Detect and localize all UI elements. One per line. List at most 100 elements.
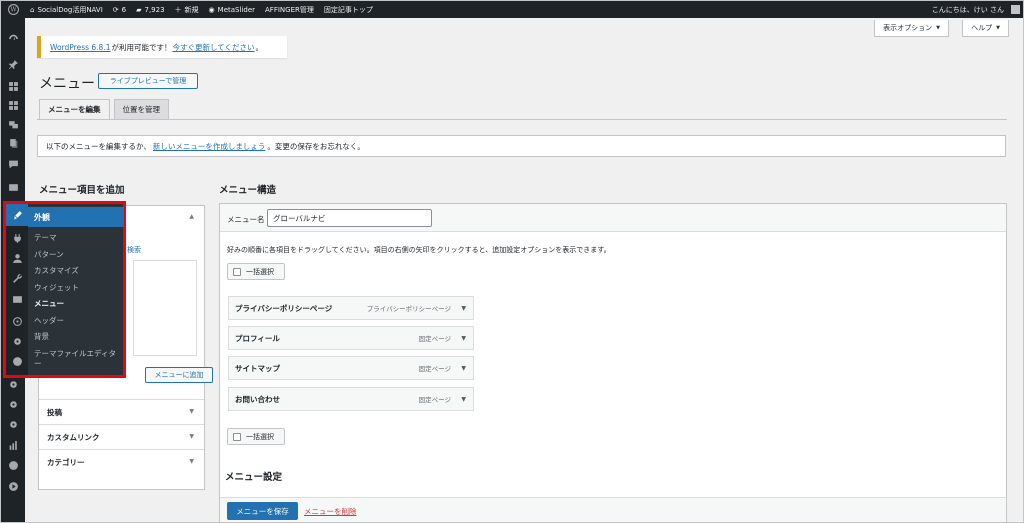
chevron-down-icon: ▼ (189, 433, 194, 440)
submenu-item-themes[interactable]: テーマ (28, 230, 124, 247)
flyout-icon-column (6, 204, 28, 375)
slider-icon[interactable] (7, 459, 19, 471)
wordpress-version-link[interactable]: WordPress 6.8.1 (50, 43, 110, 52)
comments-count: 7,923 (144, 5, 165, 14)
menu-settings-heading: メニュー設定 (225, 472, 283, 483)
submenu-item-header[interactable]: ヘッダー (28, 313, 124, 330)
add-to-menu-button[interactable]: メニューに追加 (145, 367, 213, 383)
menu-item-type: 固定ページ (418, 365, 451, 373)
account-link[interactable]: こんにちは、けい さん (927, 1, 1023, 18)
grid-icon[interactable] (7, 80, 19, 92)
submenu-item-background[interactable]: 背景 (28, 329, 124, 346)
chevron-down-icon[interactable]: ▼ (461, 335, 466, 342)
pages-checklist[interactable] (133, 260, 197, 356)
search-tab[interactable]: 検索 (127, 245, 141, 255)
metaslider-link[interactable]: ◉ MetaSlider (204, 1, 260, 18)
checkbox-icon (233, 432, 241, 441)
notice-end-text: 。 (255, 42, 264, 52)
notice-mid-text: が利用可能です！ (111, 42, 172, 52)
create-menu-link[interactable]: 新しいメニューを作成しましょう (153, 141, 266, 152)
submenu-item-theme-editor[interactable]: テーマファイルエディター (28, 346, 124, 373)
affinger-icon[interactable] (11, 315, 23, 327)
tools-icon[interactable] (11, 272, 23, 284)
comment-icon: ▰ (136, 5, 142, 14)
checkbox-icon (233, 267, 241, 276)
help-label: ヘルプ (971, 24, 993, 32)
gear-icon[interactable] (7, 398, 19, 410)
affinger-link[interactable]: AFFINGER管理 (260, 1, 319, 18)
bulk-select-button[interactable]: 一括選択 (227, 428, 285, 445)
users-icon[interactable] (11, 252, 23, 264)
manage-menus-box: 以下のメニューを編集するか、 新しいメニューを作成しましょう 。変更の保存をお忘… (37, 135, 1006, 157)
menu-item-type: 固定ページ (418, 335, 451, 343)
comments-link[interactable]: ▰ 7,923 (131, 1, 169, 18)
dashboard-icon[interactable] (7, 32, 19, 44)
pages-icon[interactable] (7, 137, 19, 149)
comments-icon[interactable] (7, 158, 19, 170)
menu-item-title: プロフィール (235, 333, 280, 343)
tab-manage-locations[interactable]: 位置を管理 (113, 99, 169, 119)
menu-item-type: 固定ページ (418, 396, 451, 404)
site-name-link[interactable]: ⌂ SocialDog活用NAVI (25, 1, 108, 18)
media-icon[interactable] (7, 118, 19, 130)
main-content: 表示オプション ▼ ヘルプ ▼ WordPress 6.8.1 が利用可能です！… (25, 18, 1023, 522)
submenu-item-widgets[interactable]: ウィジェット (28, 280, 124, 297)
menu-structure-heading: メニュー構造 (219, 185, 277, 196)
metaslider-label: MetaSlider (217, 5, 255, 14)
save-menu-button[interactable]: メニューを保存 (227, 502, 298, 520)
accordion-section-categories[interactable]: カテゴリー ▼ (39, 449, 204, 474)
updates-count: 6 (121, 5, 127, 14)
avatar (1011, 5, 1020, 14)
fixed-article-link[interactable]: 固定記事トップ (319, 1, 378, 18)
affinger-label: AFFINGER管理 (265, 5, 314, 14)
bulk-select-button[interactable]: 一括選択 (227, 263, 285, 280)
menu-save-bar: メニューを保存 メニューを削除 (220, 497, 1006, 522)
menu-name-input[interactable]: グローバルナビ (267, 209, 432, 227)
chevron-down-icon[interactable]: ▼ (461, 305, 466, 312)
settings-icon[interactable] (11, 293, 23, 305)
submenu-item-menus[interactable]: メニュー (28, 296, 124, 313)
update-notice: WordPress 6.8.1 が利用可能です！ 今すぐ更新してください 。 (37, 36, 287, 58)
gear-icon[interactable] (7, 418, 19, 430)
menu-item[interactable]: サイトマップ 固定ページ ▼ (228, 356, 474, 380)
accordion-section-posts[interactable]: 投稿 ▼ (39, 399, 204, 424)
accordion-section-custom-links[interactable]: カスタムリンク ▼ (39, 424, 204, 449)
menu-structure-panel: メニュー名 グローバルナビ 好みの順番に各項目をドラッグしてください。項目の右側… (219, 203, 1007, 522)
menu-item[interactable]: プライバシーポリシーページ プライバシーポリシーページ ▼ (228, 296, 474, 320)
submenu-item-patterns[interactable]: パターン (28, 247, 124, 264)
new-label: 新規 (184, 5, 199, 14)
play-icon[interactable] (7, 480, 19, 492)
chevron-down-icon[interactable]: ▼ (461, 365, 466, 372)
tabs-divider (37, 119, 1007, 120)
svg-text:W: W (10, 7, 17, 14)
delete-menu-link[interactable]: メニューを削除 (304, 506, 357, 517)
chart-icon[interactable] (7, 439, 19, 451)
plugins-icon[interactable] (11, 232, 23, 244)
wordpress-icon[interactable] (11, 355, 23, 367)
menu-item[interactable]: プロフィール 固定ページ ▼ (228, 326, 474, 350)
menu-item-title: サイトマップ (235, 363, 280, 373)
update-now-link[interactable]: 今すぐ更新してください (172, 42, 254, 53)
chevron-down-icon[interactable]: ▼ (461, 396, 466, 403)
screen-options-button[interactable]: 表示オプション ▼ (874, 20, 949, 37)
wordpress-logo-icon[interactable]: W (1, 1, 25, 18)
chevron-up-icon[interactable]: ▲ (189, 213, 194, 220)
gear-icon[interactable] (7, 378, 19, 390)
new-content-link[interactable]: ＋ 新規 (170, 1, 204, 18)
screen-options-label: 表示オプション (883, 24, 933, 32)
app-frame: W ⌂ SocialDog活用NAVI ⟳ 6 ▰ 7,923 ＋ 新規 ◉ M… (0, 0, 1024, 523)
live-preview-button[interactable]: ライブプレビューで管理 (98, 73, 198, 89)
tab-edit-menus[interactable]: メニューを編集 (39, 99, 110, 119)
pin-icon[interactable] (7, 58, 19, 70)
menu-name-label: メニュー名 (227, 215, 265, 224)
grid-icon[interactable] (7, 99, 19, 111)
submenu-item-customize[interactable]: カスタマイズ (28, 263, 124, 280)
help-button[interactable]: ヘルプ ▼ (962, 20, 1009, 37)
gear-icon[interactable] (11, 335, 23, 347)
updates-link[interactable]: ⟳ 6 (108, 1, 131, 18)
menu-item[interactable]: お問い合わせ 固定ページ ▼ (228, 387, 474, 411)
mail-icon[interactable] (7, 181, 19, 193)
flyout-header[interactable]: 外観 (28, 207, 124, 227)
page-title: メニュー (39, 76, 95, 92)
chevron-down-icon: ▼ (189, 408, 194, 415)
